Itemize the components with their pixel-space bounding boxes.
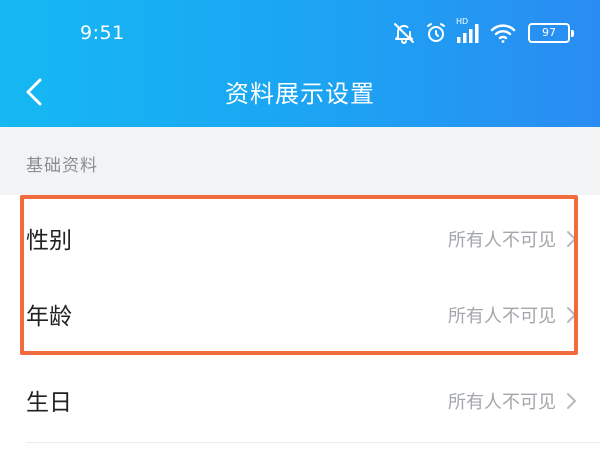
signal-indicator: HD — [456, 17, 482, 43]
section-label: 基础资料 — [26, 156, 98, 176]
row-value: 所有人不可见 — [448, 306, 556, 327]
nav-bar: 资料展示设置 — [0, 66, 600, 118]
row-label: 性别 — [26, 228, 72, 254]
alarm-icon — [427, 23, 445, 42]
mute-bell-icon — [394, 23, 414, 44]
section-header: 基础资料 — [0, 127, 600, 195]
status-icons: HD 97 — [392, 17, 574, 48]
setting-row-birthday[interactable]: 生日 所有人不可见 — [0, 357, 600, 443]
network-badge: HD — [456, 17, 469, 26]
divider — [26, 442, 600, 443]
chevron-right-icon — [567, 393, 576, 409]
setting-row-age[interactable]: 年龄 所有人不可见 — [0, 271, 600, 357]
setting-row-gender[interactable]: 性别 所有人不可见 — [0, 195, 600, 281]
battery-level: 97 — [542, 26, 556, 39]
chevron-right-icon — [567, 231, 576, 247]
row-label: 年龄 — [26, 304, 72, 330]
signal-icon — [457, 24, 479, 43]
status-bar: 9:51 HD 97 — [0, 0, 600, 66]
battery-icon: 97 — [528, 23, 574, 43]
wifi-icon — [490, 24, 516, 43]
page-title: 资料展示设置 — [225, 80, 375, 108]
row-value: 所有人不可见 — [448, 230, 556, 251]
row-label: 生日 — [26, 390, 72, 416]
row-value: 所有人不可见 — [448, 392, 556, 413]
chevron-right-icon — [567, 307, 576, 323]
app-header: 9:51 HD 97 资料展示设置 — [0, 0, 600, 127]
status-time: 9:51 — [80, 22, 125, 44]
